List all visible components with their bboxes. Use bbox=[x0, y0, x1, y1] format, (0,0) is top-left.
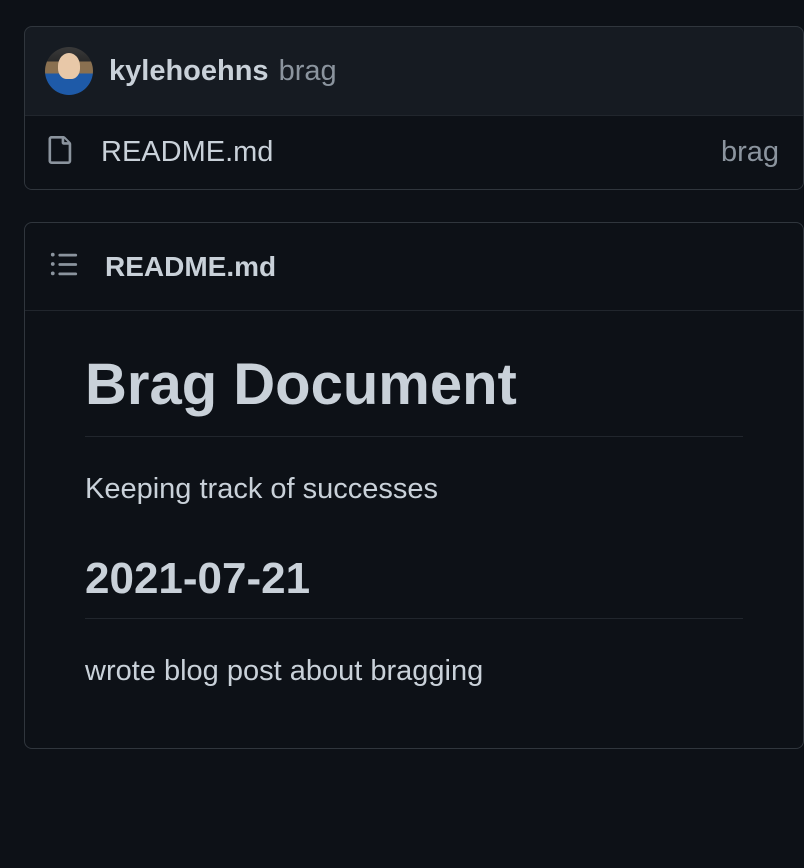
commit-text: kylehoehns brag bbox=[109, 55, 337, 88]
document-heading-2: 2021-07-21 bbox=[85, 554, 743, 619]
commit-author[interactable]: kylehoehns bbox=[109, 55, 269, 88]
commit-header: kylehoehns brag bbox=[25, 27, 803, 115]
file-icon bbox=[45, 134, 73, 171]
avatar[interactable] bbox=[45, 47, 93, 95]
readme-header-title: README.md bbox=[105, 251, 276, 283]
file-commit-message[interactable]: brag bbox=[721, 136, 779, 169]
readme-header: README.md bbox=[25, 223, 803, 311]
avatar-head bbox=[58, 53, 80, 79]
commit-box: kylehoehns brag README.md brag bbox=[24, 26, 804, 190]
file-name[interactable]: README.md bbox=[101, 136, 273, 169]
list-icon[interactable] bbox=[49, 249, 79, 284]
readme-box: README.md Brag Document Keeping track of… bbox=[24, 222, 804, 749]
readme-content: Brag Document Keeping track of successes… bbox=[25, 311, 803, 748]
commit-message[interactable]: brag bbox=[279, 55, 337, 88]
document-intro-paragraph: Keeping track of successes bbox=[85, 473, 743, 506]
file-row[interactable]: README.md brag bbox=[25, 115, 803, 189]
document-body-paragraph: wrote blog post about bragging bbox=[85, 655, 743, 688]
document-heading-1: Brag Document bbox=[85, 351, 743, 437]
file-row-left: README.md bbox=[45, 134, 273, 171]
